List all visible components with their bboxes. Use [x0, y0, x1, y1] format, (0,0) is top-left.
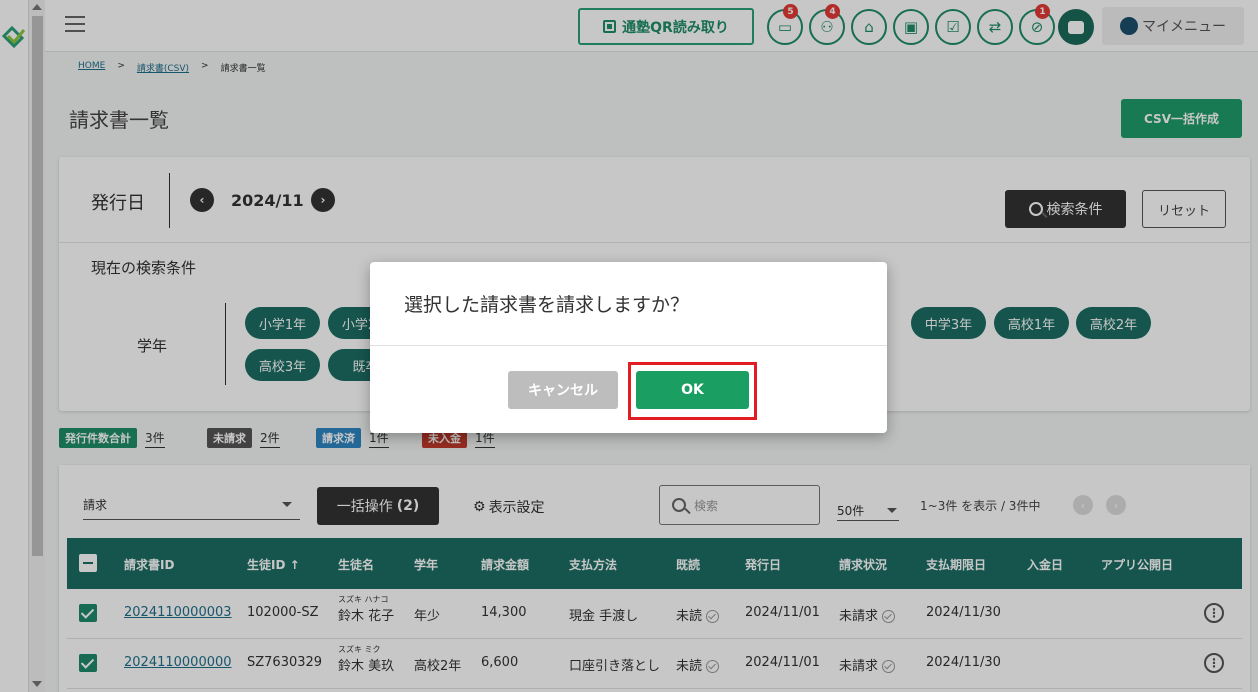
dialog-message: 選択した請求書を請求しますか？: [404, 294, 690, 316]
divider: [370, 345, 887, 346]
confirm-dialog: 選択した請求書を請求しますか？ キャンセル OK: [370, 262, 887, 433]
cancel-button[interactable]: キャンセル: [508, 371, 618, 409]
ok-button[interactable]: OK: [636, 371, 749, 409]
